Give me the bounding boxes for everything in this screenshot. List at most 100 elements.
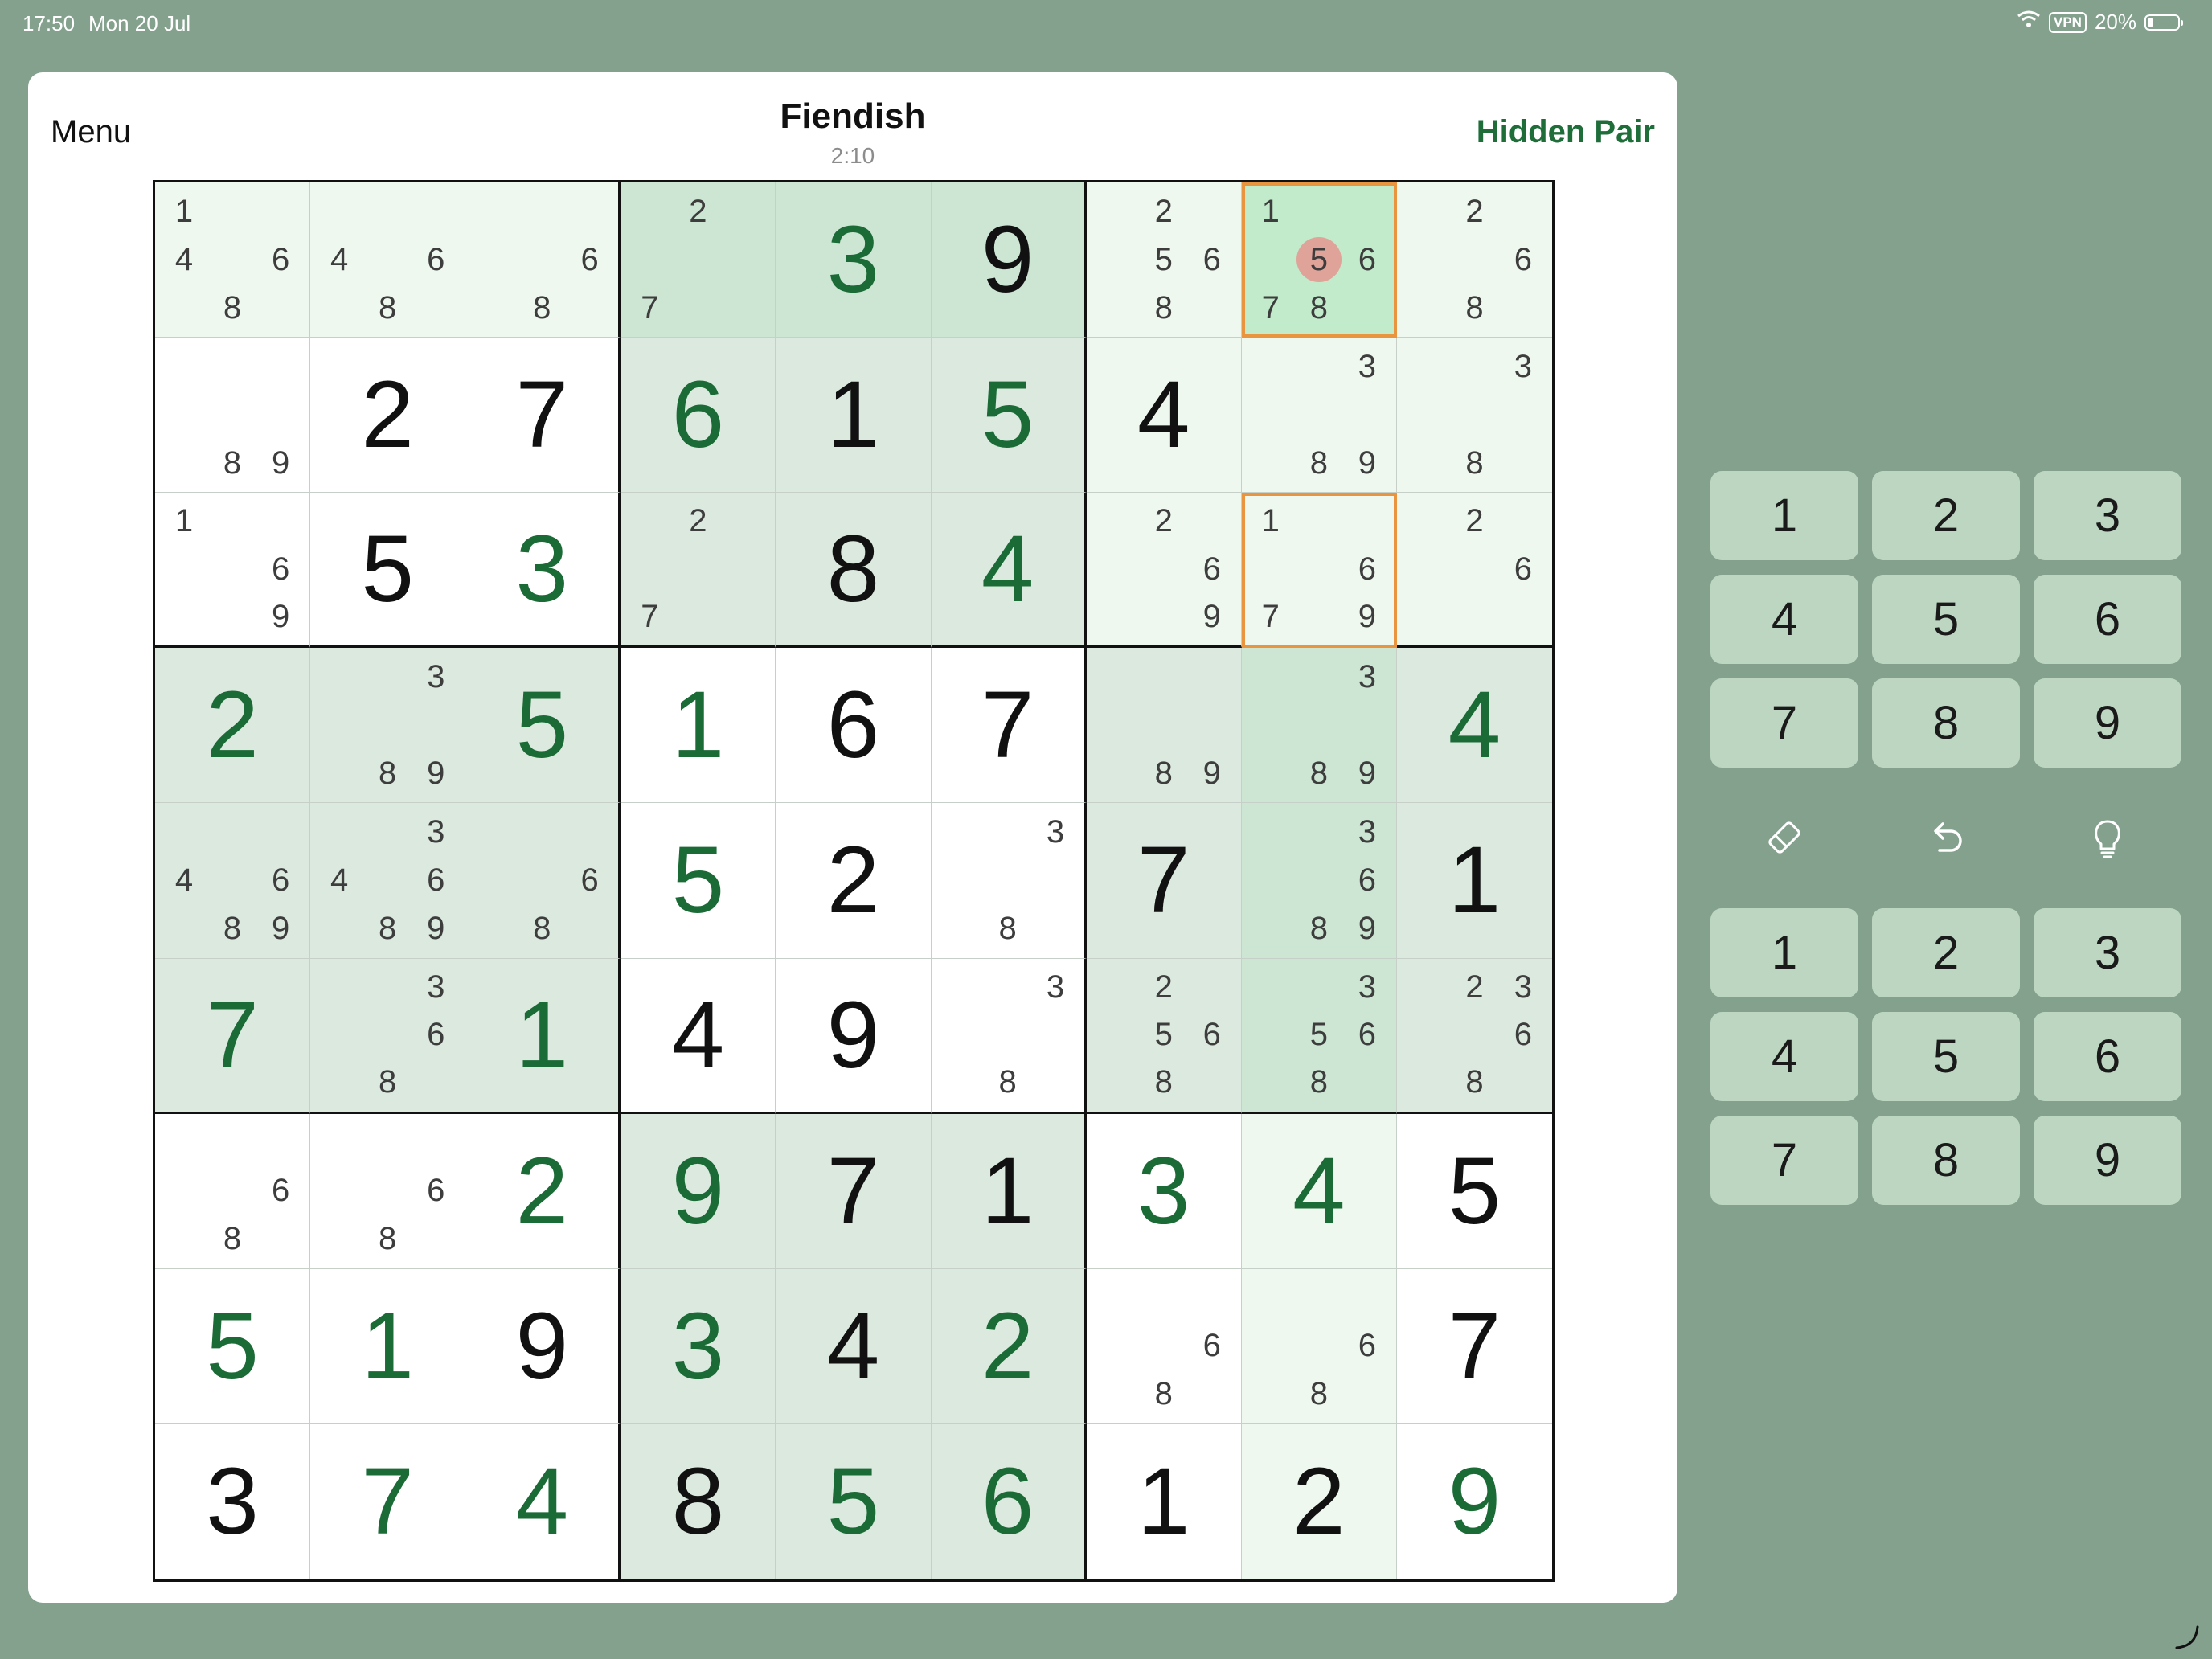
undo-button[interactable]	[1872, 813, 2020, 865]
cell-r5-c6[interactable]: 38	[931, 803, 1087, 959]
number-4-button[interactable]: 4	[1710, 575, 1858, 664]
cell-r5-c1[interactable]: 4 689	[155, 803, 311, 959]
cell-r1-c2[interactable]: 4 68	[310, 182, 466, 338]
cell-r2-c2[interactable]: 2	[310, 338, 466, 494]
cell-r5-c7[interactable]: 7	[1086, 803, 1242, 959]
cell-r6-c1[interactable]: 7	[155, 958, 311, 1114]
cell-r8-c1[interactable]: 5	[155, 1268, 311, 1424]
cell-r1-c6[interactable]: 9	[931, 182, 1087, 338]
cell-r4-c6[interactable]: 7	[931, 648, 1087, 804]
cell-r5-c8[interactable]: 3 689	[1241, 803, 1397, 959]
cell-r3-c3[interactable]: 3	[465, 493, 621, 649]
cell-r4-c9[interactable]: 4	[1396, 648, 1552, 804]
cell-r8-c5[interactable]: 4	[776, 1268, 932, 1424]
cell-r9-c1[interactable]: 3	[155, 1423, 311, 1579]
cell-r1-c7[interactable]: 2 568	[1086, 182, 1242, 338]
cell-r7-c2[interactable]: 68	[310, 1113, 466, 1269]
note-3-button[interactable]: 3	[2034, 908, 2181, 997]
cell-r7-c8[interactable]: 4	[1241, 1113, 1397, 1269]
cell-r6-c6[interactable]: 38	[931, 958, 1087, 1114]
number-1-button[interactable]: 1	[1710, 471, 1858, 560]
cell-r7-c7[interactable]: 3	[1086, 1113, 1242, 1269]
cell-r2-c9[interactable]: 38	[1396, 338, 1552, 494]
note-6-button[interactable]: 6	[2034, 1012, 2181, 1101]
cell-r3-c8[interactable]: 1679	[1241, 493, 1397, 649]
cell-r2-c6[interactable]: 5	[931, 338, 1087, 494]
cell-r8-c8[interactable]: 68	[1241, 1268, 1397, 1424]
cell-r6-c3[interactable]: 1	[465, 958, 621, 1114]
cell-r4-c4[interactable]: 1	[621, 648, 776, 804]
cell-r4-c3[interactable]: 5	[465, 648, 621, 804]
cell-r6-c5[interactable]: 9	[776, 958, 932, 1114]
cell-r4-c5[interactable]: 6	[776, 648, 932, 804]
cell-r7-c4[interactable]: 9	[621, 1113, 776, 1269]
cell-r7-c5[interactable]: 7	[776, 1113, 932, 1269]
cell-r6-c4[interactable]: 4	[621, 958, 776, 1114]
cell-r6-c9[interactable]: 23 68	[1396, 958, 1552, 1114]
cell-r3-c6[interactable]: 4	[931, 493, 1087, 649]
cell-r5-c5[interactable]: 2	[776, 803, 932, 959]
number-3-button[interactable]: 3	[2034, 471, 2181, 560]
cell-r1-c1[interactable]: 1 4 68	[155, 182, 311, 338]
cell-r9-c5[interactable]: 5	[776, 1423, 932, 1579]
cell-r7-c9[interactable]: 5	[1396, 1114, 1552, 1269]
cell-r6-c8[interactable]: 3568	[1241, 958, 1397, 1114]
number-8-button[interactable]: 8	[1872, 678, 2020, 768]
cell-r9-c6[interactable]: 6	[931, 1423, 1087, 1579]
cell-r2-c8[interactable]: 3 89	[1241, 338, 1397, 494]
cell-r9-c4[interactable]: 8	[621, 1423, 776, 1579]
note-5-button[interactable]: 5	[1872, 1012, 2020, 1101]
cell-r8-c4[interactable]: 3	[621, 1268, 776, 1424]
note-8-button[interactable]: 8	[1872, 1116, 2020, 1205]
cell-r9-c8[interactable]: 2	[1241, 1423, 1397, 1579]
cell-r6-c7[interactable]: 2 568	[1086, 958, 1242, 1114]
number-2-button[interactable]: 2	[1872, 471, 2020, 560]
cell-r5-c9[interactable]: 1	[1396, 803, 1552, 959]
note-1-button[interactable]: 1	[1710, 908, 1858, 997]
cell-r3-c4[interactable]: 27	[621, 493, 776, 649]
note-4-button[interactable]: 4	[1710, 1012, 1858, 1101]
cell-r4-c7[interactable]: 89	[1086, 648, 1242, 804]
cell-r9-c9[interactable]: 9	[1397, 1424, 1552, 1579]
cell-r2-c7[interactable]: 4	[1086, 338, 1242, 494]
note-9-button[interactable]: 9	[2034, 1116, 2181, 1205]
number-9-button[interactable]: 9	[2034, 678, 2181, 768]
number-7-button[interactable]: 7	[1710, 678, 1858, 768]
cell-r9-c3[interactable]: 4	[465, 1423, 621, 1579]
cell-r4-c8[interactable]: 3 89	[1241, 648, 1397, 804]
cell-r6-c2[interactable]: 3 68	[310, 958, 466, 1114]
cell-r5-c4[interactable]: 5	[621, 803, 776, 959]
note-7-button[interactable]: 7	[1710, 1116, 1858, 1205]
cell-r9-c2[interactable]: 7	[310, 1423, 466, 1579]
cell-r1-c9[interactable]: 268	[1396, 182, 1552, 338]
note-2-button[interactable]: 2	[1872, 908, 2020, 997]
hint-button[interactable]	[2034, 813, 2181, 865]
cell-r2-c1[interactable]: 89	[155, 338, 311, 494]
cell-r8-c3[interactable]: 9	[465, 1268, 621, 1424]
cell-r3-c1[interactable]: 1 6 9	[155, 493, 311, 649]
cell-r5-c3[interactable]: 68	[465, 803, 621, 959]
number-5-button[interactable]: 5	[1872, 575, 2020, 664]
cell-r8-c9[interactable]: 7	[1396, 1269, 1552, 1424]
cell-r3-c2[interactable]: 5	[310, 493, 466, 649]
cell-r7-c3[interactable]: 2	[465, 1113, 621, 1269]
cell-r2-c3[interactable]: 7	[465, 338, 621, 494]
cell-r8-c2[interactable]: 1	[310, 1268, 466, 1424]
cell-r7-c1[interactable]: 68	[155, 1113, 311, 1269]
cell-r2-c5[interactable]: 1	[776, 338, 932, 494]
cell-r7-c6[interactable]: 1	[931, 1113, 1087, 1269]
cell-r8-c7[interactable]: 68	[1086, 1268, 1242, 1424]
cell-r3-c7[interactable]: 26 9	[1086, 493, 1242, 649]
number-6-button[interactable]: 6	[2034, 575, 2181, 664]
hint-technique-button[interactable]: Hidden Pair	[1477, 114, 1655, 150]
cell-r3-c9[interactable]: 26	[1396, 493, 1552, 649]
cell-r1-c4[interactable]: 27	[621, 182, 776, 338]
cell-r2-c4[interactable]: 6	[621, 338, 776, 494]
cell-r5-c2[interactable]: 3 4 689	[310, 803, 466, 959]
cell-r8-c6[interactable]: 2	[931, 1268, 1087, 1424]
cell-r4-c2[interactable]: 3 89	[310, 648, 466, 804]
cell-r9-c7[interactable]: 1	[1087, 1423, 1242, 1579]
cell-r4-c1[interactable]: 2	[155, 648, 311, 804]
cell-r3-c5[interactable]: 8	[776, 493, 932, 649]
eraser-button[interactable]	[1710, 813, 1858, 865]
